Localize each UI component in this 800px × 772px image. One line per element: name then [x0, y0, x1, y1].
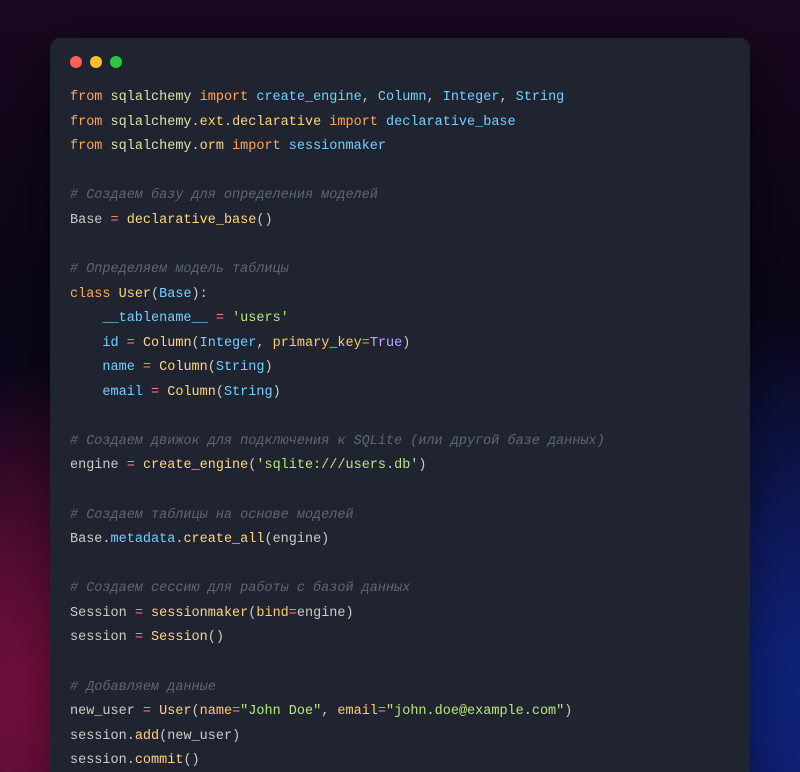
- op: =: [135, 630, 143, 645]
- kw-import: import: [232, 139, 281, 154]
- classname: User: [119, 287, 151, 302]
- obj: session: [70, 729, 127, 744]
- var: session: [70, 630, 127, 645]
- op: =: [127, 458, 135, 473]
- func: Column: [167, 385, 216, 400]
- string: "john.doe@example.com": [386, 704, 564, 719]
- attr: __tablename__: [102, 311, 207, 326]
- comment: # Создаем сессию для работы с базой данн…: [70, 581, 410, 596]
- method: commit: [135, 753, 184, 768]
- op: =: [143, 360, 151, 375]
- arg: new_user: [167, 729, 232, 744]
- obj: Base: [70, 532, 102, 547]
- op: =: [135, 606, 143, 621]
- class-call: User: [159, 704, 191, 719]
- submodule: orm: [200, 139, 224, 154]
- kwarg: bind: [256, 606, 288, 621]
- kw-from: from: [70, 115, 102, 130]
- submodule: ext: [200, 115, 224, 130]
- kwarg: primary_key: [273, 336, 362, 351]
- var: engine: [70, 458, 119, 473]
- obj: session: [70, 753, 127, 768]
- method: create_all: [183, 532, 264, 547]
- attr: metadata: [111, 532, 176, 547]
- code-window: from sqlalchemy import create_engine, Co…: [50, 38, 750, 772]
- op: =: [151, 385, 159, 400]
- var: new_user: [70, 704, 135, 719]
- attr: email: [102, 385, 143, 400]
- arg: String: [216, 360, 265, 375]
- kw-from: from: [70, 90, 102, 105]
- kwarg: email: [337, 704, 378, 719]
- func: Session: [151, 630, 208, 645]
- comment: # Создаем базу для определения моделей: [70, 188, 378, 203]
- base: Base: [159, 287, 191, 302]
- name: sessionmaker: [289, 139, 386, 154]
- attr: id: [102, 336, 118, 351]
- attr: name: [102, 360, 134, 375]
- kw-from: from: [70, 139, 102, 154]
- code-block: from sqlalchemy import create_engine, Co…: [70, 86, 730, 772]
- name: create_engine: [256, 90, 361, 105]
- var: Session: [70, 606, 127, 621]
- op: =: [111, 213, 119, 228]
- comment: # Создаем движок для подключения к SQLit…: [70, 434, 605, 449]
- func: Column: [143, 336, 192, 351]
- arg: String: [224, 385, 273, 400]
- func: Column: [159, 360, 208, 375]
- module: sqlalchemy: [111, 115, 192, 130]
- var: Base: [70, 213, 102, 228]
- bool: True: [370, 336, 402, 351]
- kw-class: class: [70, 287, 111, 302]
- method: add: [135, 729, 159, 744]
- op: =: [143, 704, 151, 719]
- string: "John Doe": [240, 704, 321, 719]
- arg: engine: [273, 532, 322, 547]
- comment: # Создаем таблицы на основе моделей: [70, 508, 354, 523]
- string: 'sqlite:///users.db': [256, 458, 418, 473]
- window-titlebar: [70, 56, 730, 68]
- op: =: [127, 336, 135, 351]
- module: sqlalchemy: [111, 139, 192, 154]
- close-icon[interactable]: [70, 56, 82, 68]
- name: Integer: [443, 90, 500, 105]
- module: sqlalchemy: [111, 90, 192, 105]
- func: sessionmaker: [151, 606, 248, 621]
- zoom-icon[interactable]: [110, 56, 122, 68]
- arg: engine: [297, 606, 346, 621]
- comment: # Определяем модель таблицы: [70, 262, 289, 277]
- func: create_engine: [143, 458, 248, 473]
- comment: # Добавляем данные: [70, 680, 216, 695]
- kwarg: name: [200, 704, 232, 719]
- arg: Integer: [200, 336, 257, 351]
- name: Column: [378, 90, 427, 105]
- kw-import: import: [200, 90, 249, 105]
- func: declarative_base: [127, 213, 257, 228]
- string: 'users': [232, 311, 289, 326]
- name: String: [516, 90, 565, 105]
- op: =: [216, 311, 224, 326]
- kw-import: import: [329, 115, 378, 130]
- submodule: declarative: [232, 115, 321, 130]
- minimize-icon[interactable]: [90, 56, 102, 68]
- name: declarative_base: [386, 115, 516, 130]
